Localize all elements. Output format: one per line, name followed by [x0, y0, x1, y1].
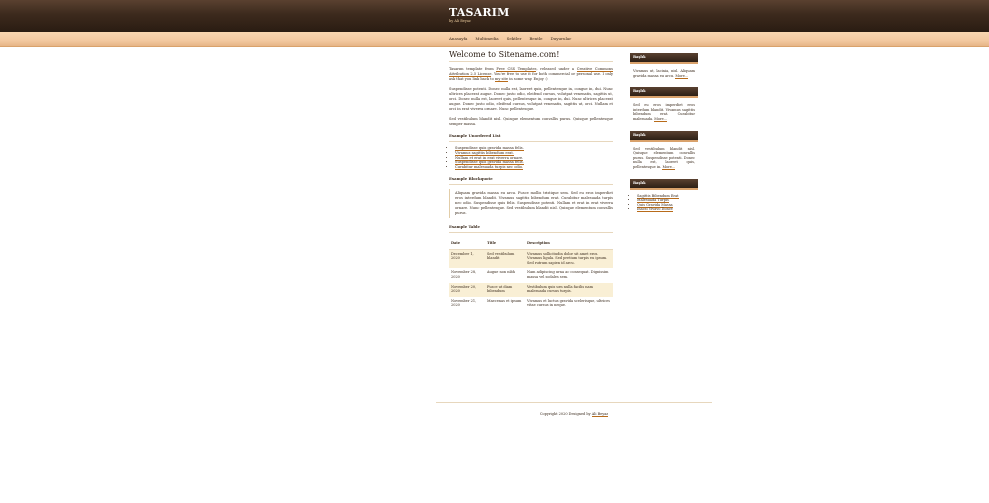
nav-item-bentle[interactable]: Bentle — [529, 36, 542, 41]
example-table: Date Title Description December 1, 2020 … — [449, 236, 613, 311]
table-cell-date: November 21, 2020 — [451, 298, 477, 308]
copyright-text: Copyright 2020 Designed by — [539, 412, 592, 416]
sidebar-box-body: Sed vestibulum blandit nisl. Quisque ele… — [630, 142, 698, 170]
table-cell-description: Vivamus sollicitudin dolor sit amet eros… — [525, 249, 613, 269]
list-heading: Example Unordered List — [449, 133, 613, 142]
my-site-link[interactable]: my site — [494, 77, 509, 82]
sidebar-link-item: Inacsi Vivavo Donce — [637, 207, 698, 213]
table-cell-date: November 20, 2020 — [449, 282, 485, 297]
sidebar-box-title: Başlık — [630, 178, 698, 190]
site-title[interactable]: TASARIM — [449, 6, 509, 19]
sidebar-box-title: Başlık — [630, 53, 698, 64]
table-row: November 20, 2020 Fusce ut diam bibendum… — [449, 282, 613, 297]
table-header-title: Title — [485, 236, 525, 250]
site-footer: Copyright 2020 Designed by Ali Beyaz — [436, 402, 712, 417]
table-cell-description: Vivamus et luctus gravida scelerisque, u… — [527, 298, 610, 308]
sidebar-link-list: Sagittis Bibendum Erat Malesuada Turpis … — [630, 193, 698, 213]
intro-text-4: in some way. Enjoy :) — [508, 77, 548, 81]
list-item: Curabitur malesuada turpis nec odio. — [455, 165, 613, 171]
sidebar-box: Başlık Vivamus ut, lacinia, nisl. Aliqua… — [630, 53, 698, 79]
blockquote-heading: Example Blockquote — [449, 176, 613, 185]
table-cell-description: Vestibulum quis urn nulla facilis nam ma… — [525, 282, 613, 297]
sidebar-more-link[interactable]: More... — [675, 73, 689, 79]
table-cell-date: December 1, 2020 — [449, 249, 485, 269]
sidebar-box-title: Başlık — [630, 130, 698, 142]
list-item-link[interactable]: Curabitur malesuada turpis nec odio. — [455, 165, 524, 171]
sidebar-more-link[interactable]: More... — [662, 164, 676, 170]
main-content: Welcome to Sitename.com! Tasarım templat… — [449, 51, 613, 311]
table-cell-date: November 28, 2020 — [451, 270, 477, 279]
nav-item-anasayfa[interactable]: Anasayfa — [449, 36, 467, 41]
table-row: December 1, 2020 Sed vestibulum blandit … — [449, 249, 613, 269]
table-cell-description: Nam adipiscing urna ac consequat. Dignis… — [527, 270, 609, 279]
sidebar-box-title: Başlık — [630, 87, 698, 99]
table-header-row: Date Title Description — [449, 236, 613, 250]
intro-paragraph: Tasarım template from Free CSS Templates… — [449, 67, 613, 82]
nav-item-sektler[interactable]: Sektler — [507, 36, 522, 41]
page-title: Welcome to Sitename.com! — [449, 51, 613, 62]
sidebar-box-body: Sed eu eros imperdiet eros interdum blan… — [630, 98, 698, 122]
table-header-description: Description — [525, 236, 613, 250]
sidebar: Başlık Vivamus ut, lacinia, nisl. Aliqua… — [630, 53, 698, 221]
site-header: TASARIM by Ali Beyaz — [0, 0, 989, 32]
example-blockquote: Aliquam gravida massa eu arcu. Fusce mol… — [449, 188, 613, 218]
table-row: November 21, 2020 Maecenas et ipsum Viva… — [449, 297, 613, 311]
nav-item-multimedia[interactable]: Multimedia — [475, 36, 498, 41]
table-cell-title: Sed vestibulum blandit — [485, 249, 525, 269]
table-row: November 28, 2020 Augue non nibh Nam adi… — [449, 268, 613, 282]
intro-text-1: Tasarım template from — [449, 67, 497, 71]
body-paragraph-2: Suspendisse potenti. Donec nulla est, la… — [449, 87, 613, 111]
sidebar-box: Başlık Sed eu eros imperdiet eros interd… — [630, 87, 698, 122]
sidebar-more-link[interactable]: More... — [654, 116, 668, 122]
designer-link[interactable]: Ali Beyaz — [591, 412, 609, 417]
site-subtitle: by Ali Beyaz — [449, 19, 471, 23]
table-cell-title: Augue non nibh — [487, 270, 516, 275]
intro-text-2: , released under a — [536, 67, 577, 71]
table-header-date: Date — [449, 236, 485, 250]
table-cell-title: Fusce ut diam bibendum — [485, 282, 525, 297]
example-list: Suspendisse quis gravida massa felis. Vi… — [449, 146, 613, 171]
sidebar-link[interactable]: Inacsi Vivavo Donce — [637, 207, 673, 213]
table-heading: Example Table — [449, 224, 613, 233]
sidebar-link-box: Başlık Sagittis Bibendum Erat Malesuada … — [630, 178, 698, 213]
main-nav: Anasayfa Multimedia Sektler Bentle Duyur… — [0, 32, 989, 47]
sidebar-box: Başlık Sed vestibulum blandit nisl. Quis… — [630, 130, 698, 170]
nav-item-duyurular[interactable]: Duyurular — [551, 36, 572, 41]
sidebar-box-body: Vivamus ut, lacinia, nisl. Aliquam gravi… — [630, 64, 698, 79]
table-cell-title: Maecenas et ipsum — [487, 298, 522, 303]
body-paragraph-3: Sed vestibulum blandit nisl. Quisque ele… — [449, 117, 613, 126]
